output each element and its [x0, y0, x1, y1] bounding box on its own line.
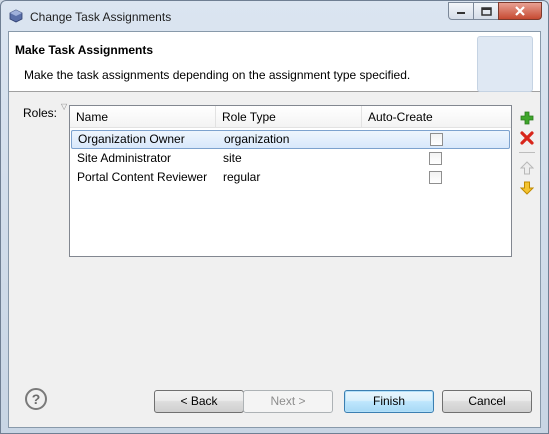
finish-button[interactable]: Finish: [344, 390, 434, 413]
title-bar[interactable]: Change Task Assignments: [1, 1, 548, 31]
column-header-name[interactable]: Name: [70, 106, 216, 128]
maximize-button[interactable]: [473, 2, 499, 20]
move-up-icon: [520, 161, 534, 175]
page-description: Make the task assignments depending on t…: [24, 68, 411, 82]
add-icon: [520, 111, 534, 125]
maximize-icon: [480, 6, 492, 16]
auto-create-checkbox[interactable]: [429, 152, 442, 165]
minimize-button[interactable]: [448, 2, 474, 20]
column-header-role-type[interactable]: Role Type: [216, 106, 362, 128]
role-name-cell: Site Administrator: [77, 151, 172, 165]
field-decoration-icon: ▽: [61, 102, 68, 111]
delete-icon: [520, 131, 534, 145]
role-name-cell: Organization Owner: [78, 132, 185, 146]
table-row[interactable]: Organization Owner organization: [71, 130, 510, 149]
auto-create-checkbox[interactable]: [429, 171, 442, 184]
back-button[interactable]: < Back: [154, 390, 244, 413]
page-title: Make Task Assignments: [15, 43, 154, 57]
window-title: Change Task Assignments: [30, 10, 172, 24]
role-name-cell: Portal Content Reviewer: [77, 170, 208, 184]
window-controls: [448, 2, 542, 20]
auto-create-checkbox[interactable]: [430, 133, 443, 146]
dialog-window: Change Task Assignments Make Task Assign…: [0, 0, 549, 434]
table-header: Name Role Type Auto-Create: [70, 106, 511, 128]
table-row[interactable]: Site Administrator site: [70, 149, 511, 168]
cancel-button[interactable]: Cancel: [442, 390, 532, 413]
next-button[interactable]: Next >: [243, 390, 333, 413]
role-type-cell: regular: [223, 170, 261, 184]
wizard-header: Make Task Assignments Make the task assi…: [9, 32, 540, 92]
help-icon[interactable]: ?: [25, 388, 47, 410]
wizard-banner-image: [477, 36, 533, 92]
app-cube-icon: [9, 9, 23, 23]
move-up-button[interactable]: [517, 158, 537, 178]
roles-label: Roles:: [23, 106, 58, 120]
move-down-button[interactable]: [517, 178, 537, 198]
close-icon: [515, 6, 525, 16]
table-row[interactable]: Portal Content Reviewer regular: [70, 168, 511, 187]
toolbar-separator: [519, 152, 535, 153]
delete-role-button[interactable]: [517, 128, 537, 148]
column-header-auto-create[interactable]: Auto-Create: [362, 106, 511, 128]
roles-table[interactable]: Name Role Type Auto-Create Organization …: [69, 105, 512, 257]
dialog-client-area: Make Task Assignments Make the task assi…: [8, 31, 541, 428]
minimize-icon: [457, 12, 465, 14]
role-type-cell: site: [223, 151, 242, 165]
move-down-icon: [520, 181, 534, 195]
role-type-cell: organization: [224, 132, 290, 146]
close-button[interactable]: [498, 2, 542, 20]
add-role-button[interactable]: [517, 108, 537, 128]
